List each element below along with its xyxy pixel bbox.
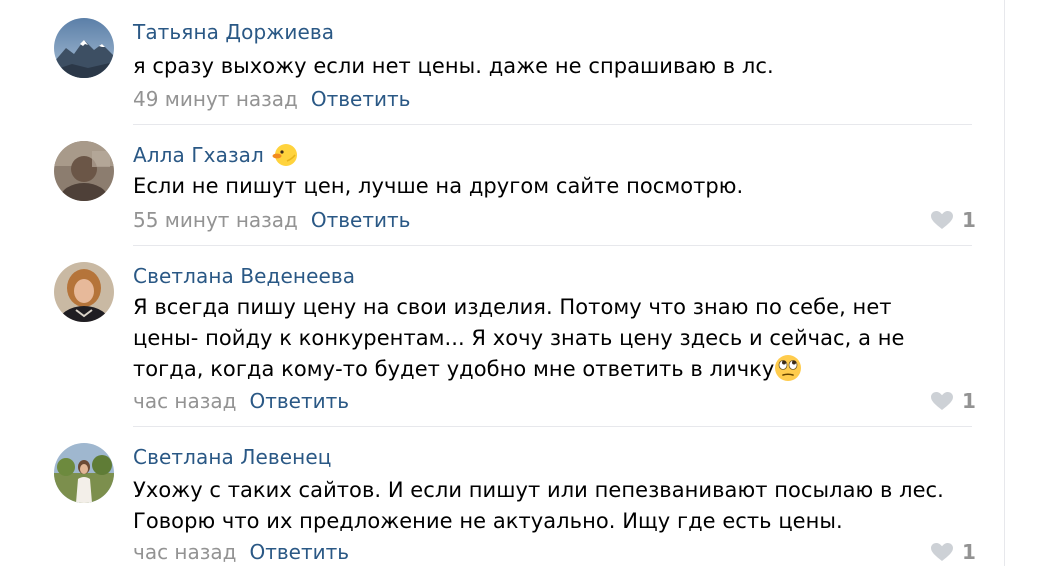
avatar[interactable] bbox=[54, 262, 114, 322]
comment-author[interactable]: Татьяна Доржиева bbox=[133, 20, 334, 44]
reply-button[interactable]: Ответить bbox=[311, 87, 411, 111]
comment-time[interactable]: час назад bbox=[133, 540, 236, 564]
comment-time[interactable]: 55 минут назад bbox=[133, 208, 298, 232]
comment-meta: час назад Ответить bbox=[133, 540, 349, 564]
comment-text-line: я сразу выхожу если нет цены. даже не сп… bbox=[133, 54, 774, 78]
heart-icon bbox=[931, 543, 953, 561]
comment-text-line: Говорю что их предложение не актуально. … bbox=[133, 509, 843, 533]
comment-text: я сразу выхожу если нет цены. даже не сп… bbox=[133, 51, 774, 82]
reply-button[interactable]: Ответить bbox=[249, 540, 349, 564]
comment-text: Я всегда пишу цену на свои изделия. Пото… bbox=[133, 292, 905, 385]
comment-text-line: Если не пишут цен, лучше на другом сайте… bbox=[133, 174, 744, 198]
heart-icon bbox=[931, 392, 953, 410]
reply-button[interactable]: Ответить bbox=[249, 389, 349, 413]
divider bbox=[133, 124, 972, 125]
comment-text-line: Ухожу с таких сайтов. И если пишут или п… bbox=[133, 478, 944, 502]
duck-emoji bbox=[272, 144, 297, 166]
like-count: 1 bbox=[962, 540, 976, 564]
comment-meta: час назад Ответить bbox=[133, 389, 349, 413]
avatar[interactable] bbox=[54, 141, 114, 201]
like-count: 1 bbox=[962, 389, 976, 413]
comment-author[interactable]: Светлана Веденеева bbox=[133, 264, 355, 288]
comment-author[interactable]: Алла Гхазал bbox=[133, 143, 264, 167]
avatar-mountain-photo bbox=[54, 18, 114, 78]
comment-meta: 49 минут назад Ответить bbox=[133, 87, 410, 111]
heart-icon bbox=[931, 211, 953, 229]
rolling-eyes-emoji bbox=[775, 355, 802, 381]
like-button[interactable]: 1 bbox=[930, 208, 976, 232]
reply-button[interactable]: Ответить bbox=[311, 208, 411, 232]
like-button[interactable]: 1 bbox=[930, 540, 976, 564]
comment-time[interactable]: час назад bbox=[133, 389, 236, 413]
like-count: 1 bbox=[962, 208, 976, 232]
comment-text-segment: тогда, когда кому-то будет удобно мне от… bbox=[133, 357, 775, 381]
comments-page: Татьяна Доржиева я сразу выхожу если нет… bbox=[0, 0, 1046, 566]
avatar-photo bbox=[54, 141, 114, 201]
comment-author[interactable]: Светлана Левенец bbox=[133, 445, 331, 469]
comment-text-line: цены- пойду к конкурентам... Я хочу знат… bbox=[133, 326, 905, 350]
divider bbox=[133, 426, 972, 427]
like-button[interactable]: 1 bbox=[930, 389, 976, 413]
comment-text-line: Я всегда пишу цену на свои изделия. Пото… bbox=[133, 295, 892, 319]
avatar[interactable] bbox=[54, 18, 114, 78]
avatar[interactable] bbox=[54, 443, 114, 503]
avatar-woman-outdoor-photo bbox=[54, 443, 114, 503]
comment-meta: 55 минут назад Ответить bbox=[133, 208, 410, 232]
comment-text: Если не пишут цен, лучше на другом сайте… bbox=[133, 171, 743, 202]
divider bbox=[133, 245, 972, 246]
panel-border bbox=[1004, 0, 1005, 566]
comment-time[interactable]: 49 минут назад bbox=[133, 87, 298, 111]
avatar-woman-photo bbox=[54, 262, 114, 322]
comment-text-line: тогда, когда кому-то будет удобно мне от… bbox=[133, 354, 905, 385]
comment-text: Ухожу с таких сайтов. И если пишут или п… bbox=[133, 475, 944, 537]
